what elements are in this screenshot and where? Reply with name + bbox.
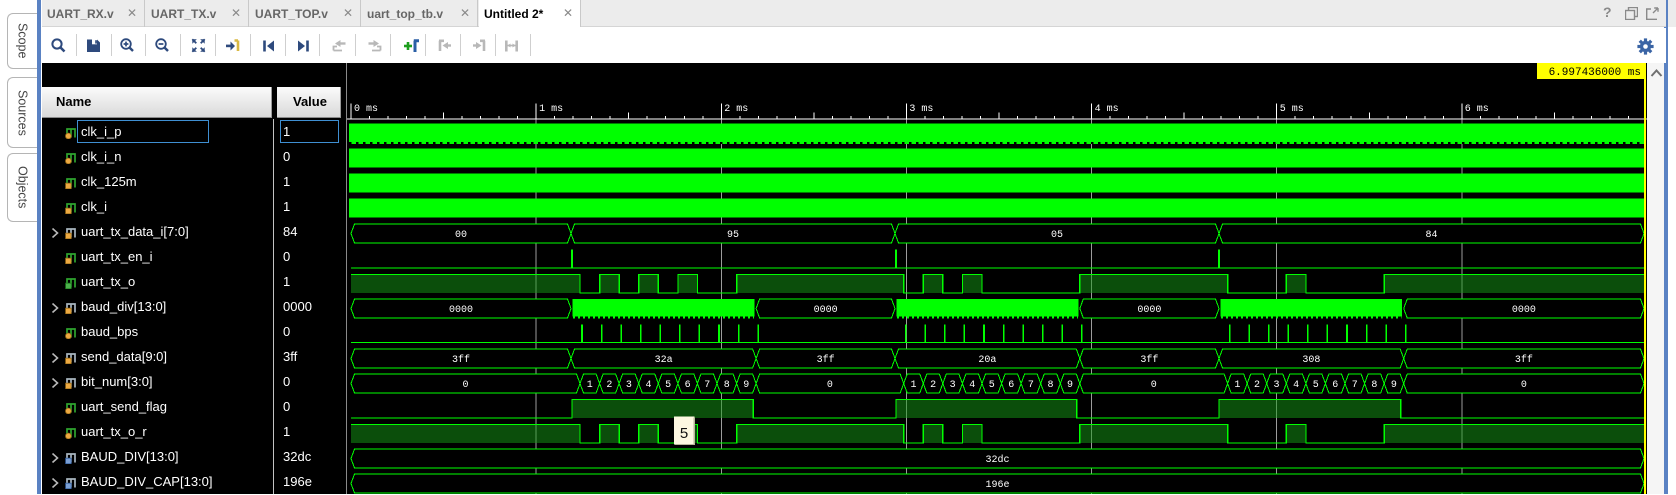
svg-text:2 ms: 2 ms (724, 104, 748, 115)
svg-text:0: 0 (462, 380, 468, 391)
svg-text:7: 7 (1028, 380, 1034, 391)
svg-text:0000: 0000 (814, 305, 838, 316)
svg-text:0000: 0000 (1137, 305, 1161, 316)
svg-text:6: 6 (1332, 380, 1338, 391)
svg-text:2: 2 (606, 380, 612, 391)
svg-text:3: 3 (1273, 380, 1279, 391)
svg-text:3: 3 (626, 380, 632, 391)
svg-text:1: 1 (910, 380, 916, 391)
svg-text:5: 5 (1313, 380, 1319, 391)
svg-text:20a: 20a (978, 355, 996, 366)
svg-text:3 ms: 3 ms (909, 104, 933, 115)
svg-text:1: 1 (1234, 380, 1240, 391)
svg-text:2: 2 (1254, 380, 1260, 391)
svg-text:7: 7 (1352, 380, 1358, 391)
svg-text:4: 4 (969, 380, 975, 391)
svg-text:4: 4 (645, 380, 651, 391)
svg-text:2: 2 (930, 380, 936, 391)
svg-text:3ff: 3ff (817, 354, 835, 366)
svg-text:5 ms: 5 ms (1280, 104, 1304, 115)
svg-text:0: 0 (1151, 380, 1157, 391)
svg-text:95: 95 (727, 230, 739, 241)
svg-text:0000: 0000 (1512, 305, 1536, 316)
svg-text:0000: 0000 (449, 305, 473, 316)
svg-text:196e: 196e (985, 480, 1009, 491)
svg-text:0: 0 (827, 380, 833, 391)
svg-text:9: 9 (1067, 380, 1073, 391)
svg-text:3: 3 (950, 380, 956, 391)
svg-text:9: 9 (1391, 380, 1397, 391)
svg-text:4 ms: 4 ms (1095, 104, 1119, 115)
svg-text:308: 308 (1302, 355, 1320, 366)
svg-text:00: 00 (455, 230, 467, 241)
svg-text:6: 6 (685, 380, 691, 391)
svg-text:6: 6 (1008, 380, 1014, 391)
svg-text:5: 5 (989, 380, 995, 391)
svg-text:4: 4 (1293, 380, 1299, 391)
svg-text:9: 9 (743, 380, 749, 391)
svg-text:3ff: 3ff (1515, 354, 1533, 366)
svg-text:6.997436000 ms: 6.997436000 ms (1549, 67, 1641, 79)
svg-text:0 ms: 0 ms (354, 104, 378, 115)
svg-text:3ff: 3ff (1140, 354, 1158, 366)
svg-text:7: 7 (704, 380, 710, 391)
svg-text:1: 1 (587, 380, 593, 391)
svg-text:5: 5 (680, 425, 688, 442)
svg-text:1 ms: 1 ms (539, 104, 563, 115)
svg-text:5: 5 (665, 380, 671, 391)
svg-text:3ff: 3ff (452, 354, 470, 366)
svg-text:8: 8 (724, 380, 730, 391)
svg-text:84: 84 (1425, 230, 1437, 241)
svg-text:8: 8 (1047, 380, 1053, 391)
svg-text:6 ms: 6 ms (1465, 104, 1489, 115)
svg-text:8: 8 (1371, 380, 1377, 391)
svg-text:05: 05 (1051, 230, 1063, 241)
svg-text:32dc: 32dc (985, 454, 1009, 466)
svg-text:0: 0 (1521, 380, 1527, 391)
svg-text:32a: 32a (655, 355, 673, 366)
